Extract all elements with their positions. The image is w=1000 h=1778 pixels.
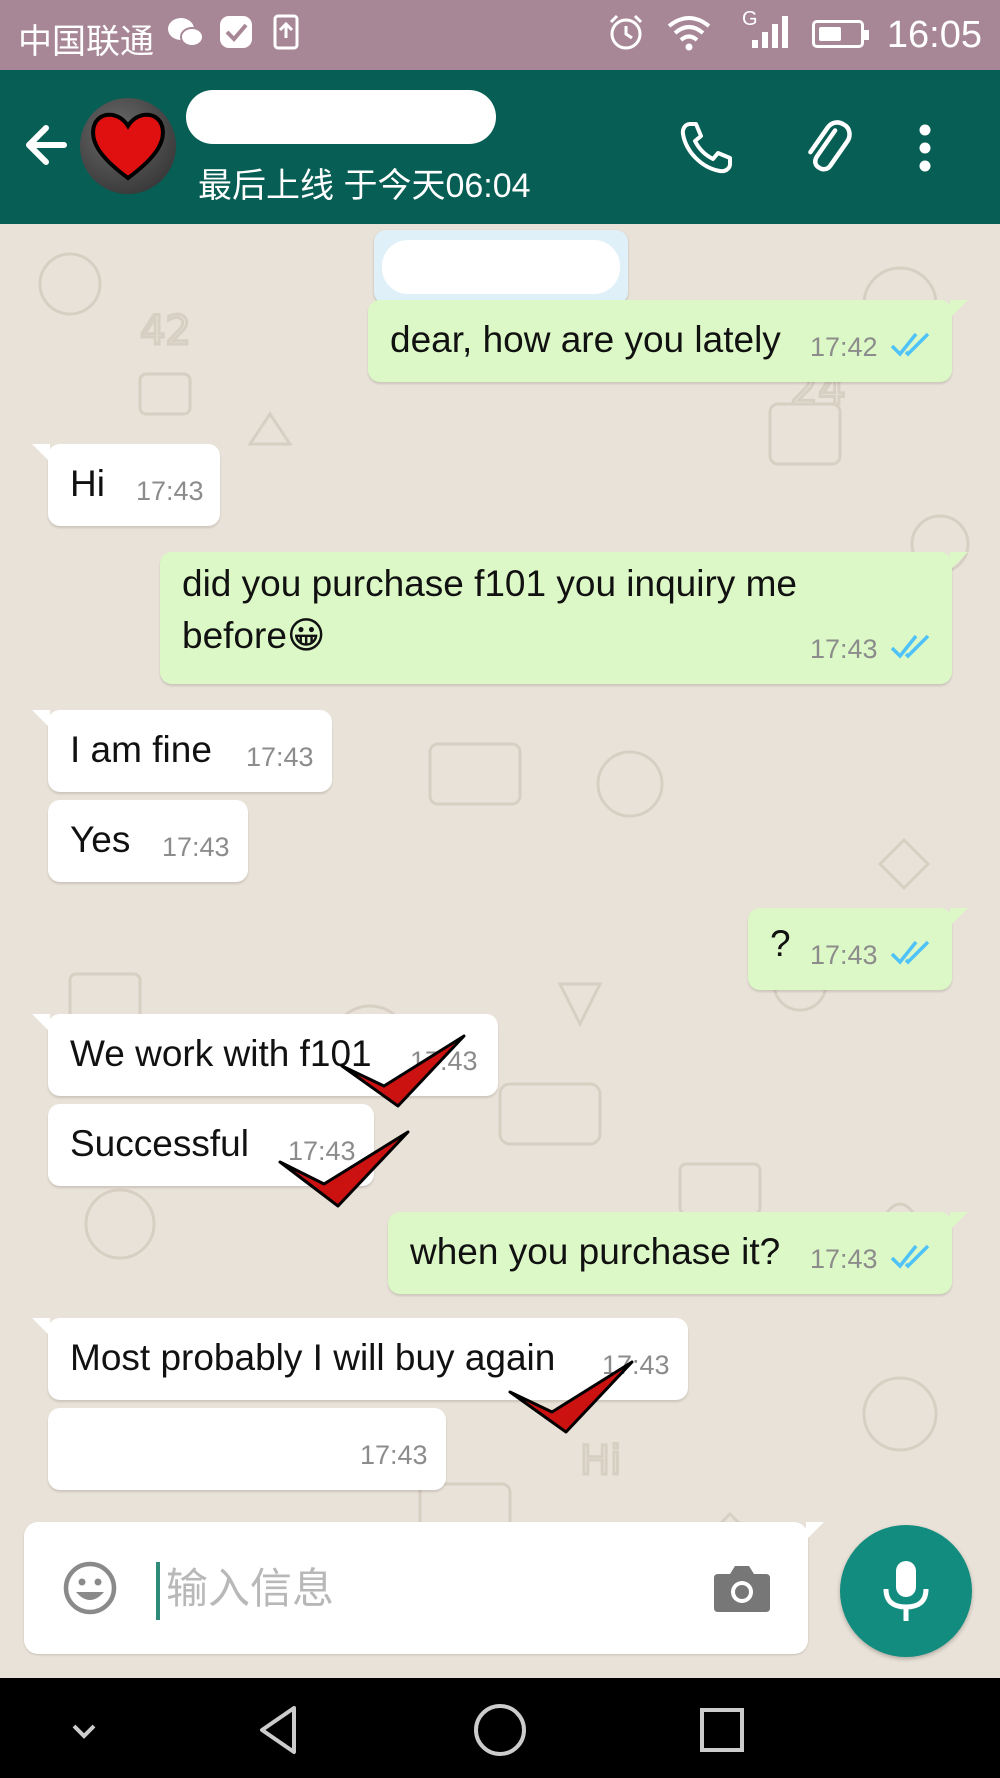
message-text: We work with f101 bbox=[70, 1033, 372, 1074]
message-text: Successful bbox=[70, 1123, 249, 1164]
emoji-icon[interactable] bbox=[62, 1560, 118, 1616]
clock: 16:05 bbox=[886, 14, 982, 56]
message-text: when you purchase it? bbox=[410, 1231, 781, 1272]
status-bar: 中国联通 G 16:05 bbox=[0, 0, 1000, 70]
message-text: I am fine bbox=[70, 729, 212, 770]
message-text-line2: before😀 bbox=[182, 610, 326, 662]
read-ticks-icon bbox=[890, 940, 930, 965]
chat-header: 最后上线 于今天06:04 bbox=[0, 70, 1000, 224]
download-icon bbox=[273, 14, 299, 50]
message-text: Most probably I will buy again bbox=[70, 1337, 556, 1378]
message-outgoing[interactable]: when you purchase it? 17:43 bbox=[388, 1212, 968, 1294]
message-time: 17:43 bbox=[136, 476, 204, 506]
message-time: 17:43 bbox=[810, 940, 878, 970]
contact-avatar[interactable] bbox=[80, 98, 176, 194]
nav-recents-icon[interactable] bbox=[692, 1700, 752, 1760]
annotation-checkmark-icon bbox=[278, 1130, 410, 1208]
svg-text:Hi: Hi bbox=[580, 1438, 621, 1484]
message-text: dear, how are you lately bbox=[390, 319, 781, 360]
message-text: before bbox=[182, 615, 287, 656]
voice-record-button[interactable] bbox=[840, 1525, 972, 1657]
message-composer bbox=[24, 1522, 824, 1654]
check-badge-icon bbox=[220, 16, 252, 48]
hide-keyboard-chevron-icon[interactable] bbox=[54, 1700, 114, 1760]
message-list[interactable]: 42 24 Hi dear, how are you lately 17:42 … bbox=[0, 224, 1000, 1678]
nav-home-icon[interactable] bbox=[470, 1700, 530, 1760]
annotation-checkmark-icon bbox=[340, 1034, 466, 1108]
message-text: ? bbox=[770, 923, 791, 964]
camera-icon[interactable] bbox=[712, 1562, 772, 1614]
message-incoming[interactable]: Yes 17:43 bbox=[48, 800, 248, 882]
microphone-icon bbox=[883, 1561, 929, 1621]
message-input[interactable] bbox=[164, 1552, 688, 1626]
alarm-icon bbox=[609, 14, 643, 50]
battery-icon bbox=[812, 20, 869, 48]
more-vert-icon[interactable] bbox=[910, 118, 940, 178]
call-icon[interactable] bbox=[676, 118, 736, 178]
last-seen-status: 最后上线 于今天06:04 bbox=[198, 167, 531, 205]
heart-icon bbox=[91, 112, 165, 181]
read-ticks-icon bbox=[890, 332, 930, 357]
wechat-icon bbox=[168, 18, 204, 47]
message-incoming[interactable]: I am fine 17:43 bbox=[32, 710, 332, 792]
message-time: 17:43 bbox=[246, 742, 314, 772]
read-ticks-icon bbox=[890, 1244, 930, 1269]
back-arrow-icon[interactable] bbox=[20, 118, 74, 172]
attach-icon[interactable] bbox=[798, 118, 858, 178]
message-time: 17:43 bbox=[360, 1440, 428, 1470]
signal-icon bbox=[752, 16, 788, 48]
nav-back-icon[interactable] bbox=[250, 1700, 310, 1760]
carrier-label: 中国联通 bbox=[18, 23, 154, 61]
text-cursor bbox=[156, 1562, 160, 1620]
system-navigation-bar bbox=[0, 1678, 1000, 1778]
grinning-emoji: 😀 bbox=[286, 615, 326, 656]
message-incoming[interactable]: Hi 17:43 bbox=[32, 444, 220, 526]
message-outgoing[interactable]: dear, how are you lately 17:42 bbox=[368, 300, 968, 382]
svg-text:42: 42 bbox=[140, 308, 191, 354]
message-text: Yes bbox=[70, 819, 131, 860]
message-time: 17:42 bbox=[810, 332, 878, 362]
annotation-checkmark-icon bbox=[508, 1360, 634, 1434]
wifi-icon bbox=[667, 16, 711, 51]
message-outgoing[interactable]: did you purchase f101 you inquiry me bef… bbox=[160, 552, 968, 684]
message-incoming-redacted[interactable]: 17:43 bbox=[48, 1408, 446, 1490]
message-outgoing[interactable]: ? 17:43 bbox=[748, 908, 968, 990]
message-text-line1: did you purchase f101 you inquiry me bbox=[182, 563, 797, 604]
message-time: 17:43 bbox=[810, 1244, 878, 1274]
message-time: 17:43 bbox=[162, 832, 230, 862]
contact-name-redacted[interactable] bbox=[186, 90, 496, 144]
read-ticks-icon bbox=[890, 634, 930, 659]
message-time: 17:43 bbox=[810, 634, 878, 664]
message-text: Hi bbox=[70, 463, 105, 504]
date-chip-redacted bbox=[374, 230, 628, 304]
